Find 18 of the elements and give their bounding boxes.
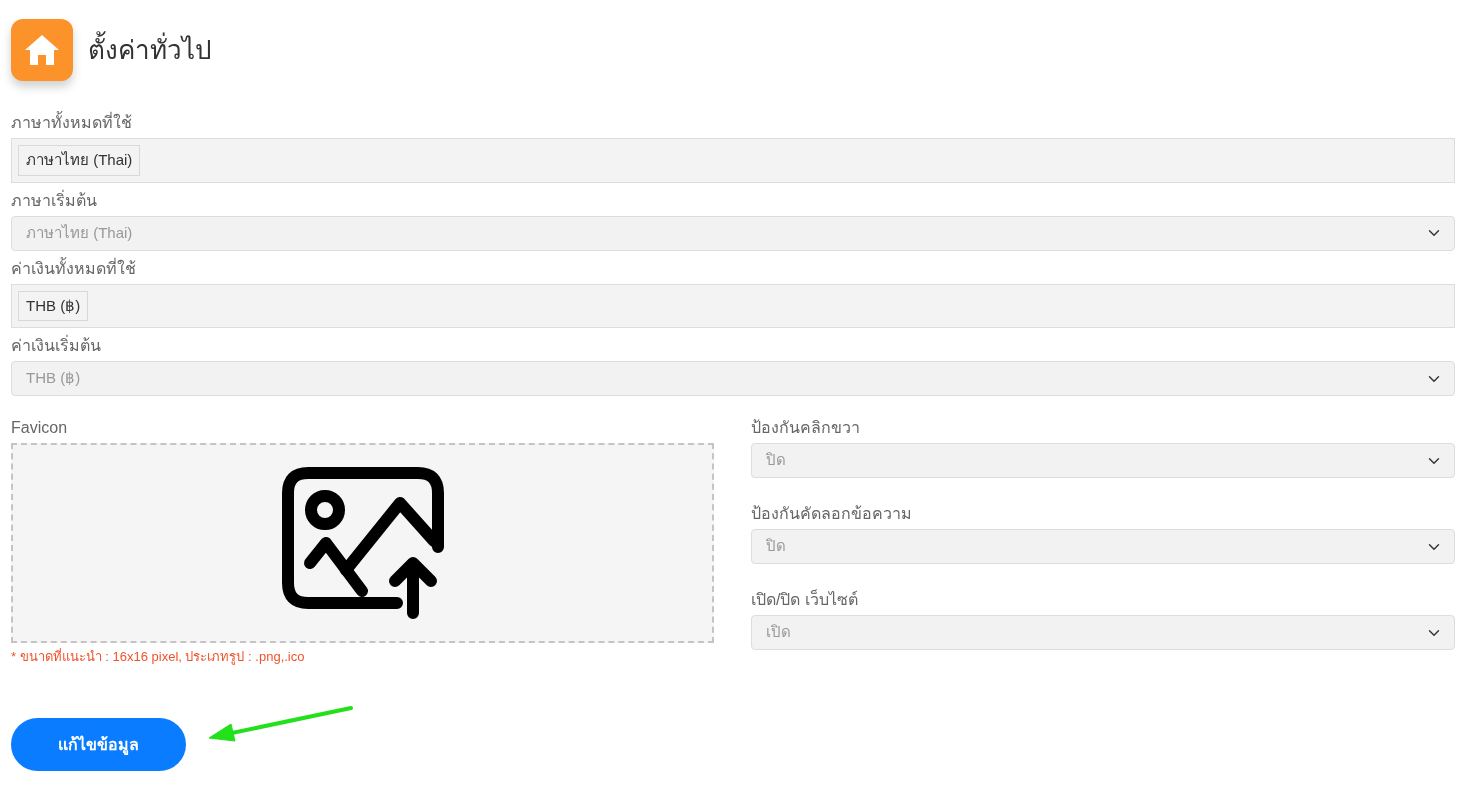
image-upload-icon — [281, 467, 444, 619]
field-label: เปิด/ปิด เว็บไซต์ — [751, 588, 858, 610]
field-label: Favicon — [11, 418, 68, 438]
field-label: ป้องกันคัดลอกข้อความ — [751, 504, 912, 524]
field-label: ภาษาเริ่มต้น — [11, 189, 97, 211]
save-button[interactable]: แก้ไขข้อมูล — [11, 718, 186, 771]
field-label: ค่าเงินเริ่มต้น — [11, 334, 101, 356]
multi-select-field[interactable]: ภาษาไทย (Thai) — [11, 138, 1455, 183]
field-label: ค่าเงินทั้งหมดที่ใช้ — [11, 256, 136, 279]
multi-select-field[interactable]: THB (฿) — [11, 283, 1455, 328]
field-label: ภาษาทั้งหมดที่ใช้ — [11, 111, 132, 135]
home-icon — [11, 19, 73, 81]
hint-text: * ขนาดที่แนะนำ : 16x16 pixel, ประเภทรูป : .png,.ico — [11, 647, 305, 667]
selected-tag[interactable]: THB (฿) — [18, 290, 89, 321]
upload-dropzone[interactable] — [11, 443, 714, 643]
field-label: ป้องกันคลิกขวา — [751, 418, 860, 438]
page-title: ตั้งค่าทั่วไป — [88, 30, 212, 70]
selected-tag[interactable]: ภาษาไทย (Thai) — [18, 145, 141, 176]
